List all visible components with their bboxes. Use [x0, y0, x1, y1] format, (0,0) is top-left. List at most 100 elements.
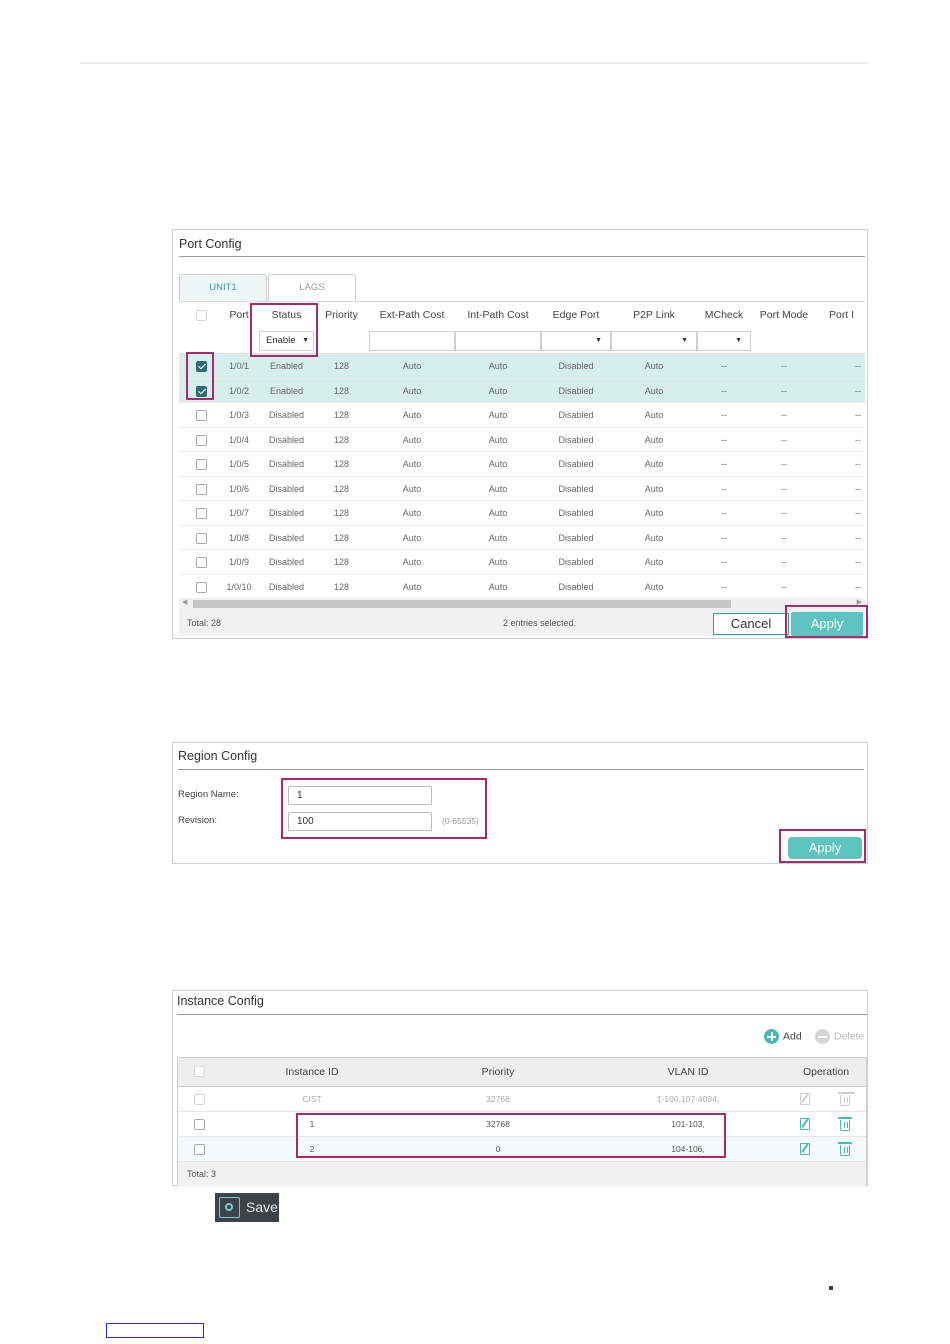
col-status[interactable]: Status	[259, 302, 314, 328]
cell-p2p-link: Auto	[644, 581, 664, 592]
select-all-checkbox[interactable]	[196, 310, 207, 321]
port-table-row[interactable]: 1/0/2 Enabled 128 Auto Auto Disabled Auto -- -- -…	[179, 378, 865, 403]
port-table-row[interactable]: 1/0/8 Disabled 128 Auto Auto Disabled Auto -- --…	[179, 526, 865, 550]
region-config-panel: Region Config Region Name: 1 Revision: 1…	[172, 742, 868, 864]
row-checkbox[interactable]	[196, 581, 207, 593]
row-checkbox[interactable]	[196, 361, 207, 372]
revision-range-hint: (0-65535)	[442, 816, 479, 826]
cell-ext-path-cost: Auto	[402, 410, 422, 420]
trash-icon[interactable]	[838, 1092, 852, 1106]
tab-unit1[interactable]: UNIT1	[179, 274, 267, 301]
instance-row: 1 32768 101-103,	[178, 1112, 866, 1137]
port-table-row[interactable]: 1/0/7 Disabled 128 Auto Auto Disabled Auto -- --…	[179, 501, 865, 526]
port-table-row[interactable]: 1/0/10 Disabled 128 Auto Auto Disabled Auto -- -…	[179, 575, 865, 599]
scroll-right-icon[interactable]: ▶	[857, 598, 862, 606]
row-checkbox[interactable]	[196, 385, 207, 397]
add-icon	[764, 1029, 779, 1044]
cell-port-mode: --	[781, 557, 787, 567]
save-button[interactable]: Save	[215, 1193, 279, 1222]
status-filter-value: Enable	[266, 335, 296, 346]
row-checkbox[interactable]	[196, 508, 207, 519]
add-button[interactable]: Add	[764, 1029, 802, 1044]
edit-icon[interactable]	[800, 1143, 810, 1155]
port-table-row[interactable]: 1/0/3 Disabled 128 Auto Auto Disabled Auto -- --…	[179, 403, 865, 428]
row-checkbox[interactable]	[196, 532, 207, 544]
cell-port-role: --	[855, 581, 861, 592]
col-priority[interactable]: Priority	[424, 1058, 572, 1087]
port-table-row[interactable]: 1/0/4 Disabled 128 Auto Auto Disabled Auto -- --…	[179, 428, 865, 452]
cell-port-mode: --	[781, 581, 787, 592]
int-path-cost-filter[interactable]	[455, 331, 541, 351]
row-checkbox[interactable]	[196, 459, 207, 470]
col-mcheck[interactable]: MCheck	[697, 302, 751, 328]
cell-mcheck: --	[721, 557, 727, 567]
port-table-row[interactable]: 1/0/1 Enabled 128 Auto Auto Disabled Auto -- -- -…	[179, 354, 865, 379]
port-table: Port Status Priority Ext-Path Cost Int-P…	[179, 301, 865, 601]
col-port[interactable]: Port	[219, 302, 259, 328]
tab-lags[interactable]: LAGS	[268, 274, 356, 301]
cell-port: 1/0/9	[228, 557, 250, 567]
cancel-button[interactable]: Cancel	[713, 613, 789, 635]
title-divider	[178, 769, 864, 770]
delete-button[interactable]: Delete	[815, 1029, 867, 1044]
col-instance-id[interactable]: Instance ID	[238, 1058, 386, 1087]
page-top-rule	[80, 62, 868, 64]
cell-int-path-cost: Auto	[488, 459, 508, 469]
chevron-down-icon: ▼	[681, 337, 688, 344]
trash-icon[interactable]	[838, 1142, 852, 1156]
cell-mcheck: --	[721, 434, 727, 445]
select-all-checkbox[interactable]	[194, 1066, 205, 1077]
region-apply-button[interactable]: Apply	[788, 837, 862, 859]
row-checkbox	[194, 1094, 205, 1105]
horizontal-scrollbar[interactable]: ◀ ▶	[179, 598, 865, 610]
p2p-link-filter-select[interactable]: ▼	[611, 331, 697, 351]
cell-port-mode: --	[781, 532, 787, 543]
cell-edge-port: Disabled	[558, 581, 594, 592]
col-operation: Operation	[802, 1066, 850, 1078]
col-port-mode[interactable]: Port Mode	[751, 302, 817, 328]
edit-icon[interactable]	[800, 1093, 810, 1105]
cell-mcheck: --	[721, 361, 727, 371]
port-table-row[interactable]: 1/0/6 Disabled 128 Auto Auto Disabled Auto -- --…	[179, 477, 865, 501]
status-filter-select[interactable]: Enable ▼	[259, 331, 314, 351]
instance-table-footer: Total: 3	[178, 1162, 866, 1186]
col-p2p-link[interactable]: P2P Link	[611, 302, 697, 328]
cell-edge-port: Disabled	[558, 483, 594, 494]
col-int-path-cost[interactable]: Int-Path Cost	[455, 302, 541, 328]
cell-p2p-link: Auto	[644, 508, 664, 518]
trash-icon[interactable]	[838, 1117, 852, 1131]
cell-port: 1/0/7	[228, 508, 250, 518]
col-priority[interactable]: Priority	[314, 302, 369, 328]
row-checkbox[interactable]	[196, 434, 207, 446]
cell-ext-path-cost: Auto	[402, 508, 422, 518]
row-checkbox[interactable]	[194, 1144, 205, 1155]
cell-mcheck: --	[721, 459, 727, 469]
col-port-role[interactable]: Port I	[829, 302, 865, 328]
ext-path-cost-filter[interactable]	[369, 331, 455, 351]
region-config-title: Region Config	[178, 749, 258, 763]
region-name-input[interactable]: 1	[288, 786, 432, 805]
row-checkbox[interactable]	[196, 557, 207, 568]
mcheck-filter-select[interactable]: ▼	[697, 331, 751, 351]
col-ext-path-cost[interactable]: Ext-Path Cost	[369, 302, 455, 328]
cell-int-path-cost: Auto	[488, 483, 508, 494]
instance-priority: 0	[495, 1144, 501, 1154]
cell-edge-port: Disabled	[558, 532, 594, 543]
edit-icon[interactable]	[800, 1118, 810, 1130]
instance-table-header: Instance ID Priority VLAN ID Operation	[178, 1058, 866, 1087]
instance-id: 1	[309, 1119, 315, 1129]
row-checkbox[interactable]	[194, 1119, 205, 1130]
page-link-box[interactable]	[106, 1323, 204, 1338]
edge-port-filter-select[interactable]: ▼	[541, 331, 611, 351]
row-checkbox[interactable]	[196, 410, 207, 421]
scrollbar-thumb[interactable]	[193, 600, 731, 608]
col-edge-port[interactable]: Edge Port	[541, 302, 611, 328]
port-table-row[interactable]: 1/0/5 Disabled 128 Auto Auto Disabled Auto -- --…	[179, 452, 865, 477]
port-table-row[interactable]: 1/0/9 Disabled 128 Auto Auto Disabled Auto -- --…	[179, 550, 865, 575]
scroll-left-icon[interactable]: ◀	[182, 598, 187, 606]
col-vlan-id[interactable]: VLAN ID	[614, 1058, 762, 1087]
revision-input[interactable]: 100	[288, 812, 432, 831]
port-apply-button[interactable]: Apply	[791, 612, 863, 636]
cell-port-mode: --	[781, 410, 787, 420]
row-checkbox[interactable]	[196, 483, 207, 495]
